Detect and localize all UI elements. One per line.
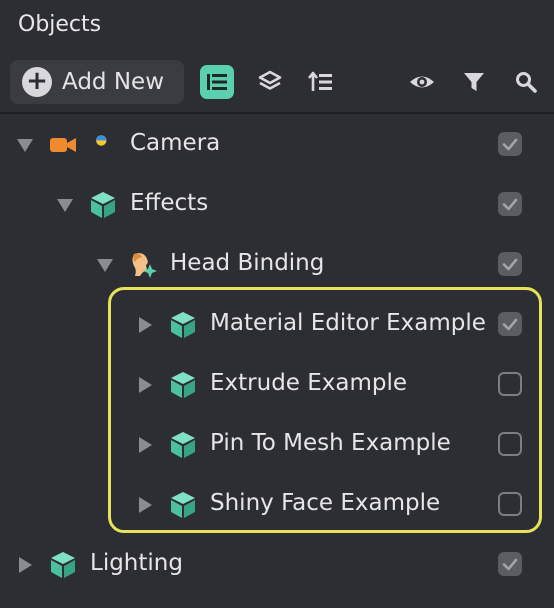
visibility-checkbox[interactable] [498,192,522,216]
tree-row-shiny-face-example[interactable]: Shiny Face Example [0,474,554,534]
collapsed-arrow-icon[interactable] [136,376,154,394]
collapsed-arrow-icon[interactable] [16,556,34,574]
search-icon[interactable] [509,65,543,99]
panel-title: Objects [18,12,102,37]
add-new-label: Add New [62,69,165,95]
tree-row-lighting[interactable]: Lighting [0,534,554,594]
toolbar: + Add New [0,52,554,114]
cube-icon [168,490,198,520]
expand-arrow-icon[interactable] [96,256,114,274]
tree-label: Camera [130,130,221,156]
tree-label: Head Binding [170,250,325,276]
cube-icon [48,550,78,580]
visibility-checkbox[interactable] [498,252,522,276]
visibility-checkbox[interactable] [498,492,522,516]
add-new-button[interactable]: + Add New [10,60,184,104]
collapsed-arrow-icon[interactable] [136,436,154,454]
tree-row-material-editor-example[interactable]: Material Editor Example [0,294,554,354]
tree-row-extrude-example[interactable]: Extrude Example [0,354,554,414]
plus-icon: + [22,67,52,97]
tree-row-effects[interactable]: Effects [0,174,554,234]
tree-row-pin-to-mesh-example[interactable]: Pin To Mesh Example [0,414,554,474]
camera-icon [48,130,78,160]
cube-icon [168,430,198,460]
head-binding-icon [128,250,158,280]
cube-icon [88,190,118,220]
tree-label: Pin To Mesh Example [210,430,451,456]
tree-row-camera[interactable]: Camera [0,114,554,174]
expand-arrow-icon[interactable] [56,196,74,214]
expand-arrow-icon[interactable] [16,136,34,154]
tree-label: Effects [130,190,209,216]
sort-hierarchy-icon[interactable] [304,65,338,99]
tree-label: Material Editor Example [210,310,486,336]
collapsed-arrow-icon[interactable] [136,496,154,514]
visibility-checkbox[interactable] [498,132,522,156]
panel-header: Objects [0,0,554,52]
cube-icon [168,370,198,400]
camera-type-dot-icon [90,130,116,160]
collapsed-arrow-icon[interactable] [136,316,154,334]
visibility-checkbox[interactable] [498,432,522,456]
list-tree-icon[interactable] [200,65,234,99]
layers-icon[interactable] [253,65,287,99]
visibility-checkbox[interactable] [498,552,522,576]
filter-icon[interactable] [457,65,491,99]
tree-row-head-binding[interactable]: Head Binding [0,234,554,294]
visibility-checkbox[interactable] [498,312,522,336]
tree-label: Extrude Example [210,370,408,396]
tree-label: Lighting [90,550,183,576]
eye-icon[interactable] [405,65,439,99]
tree-label: Shiny Face Example [210,490,441,516]
cube-icon [168,310,198,340]
visibility-checkbox[interactable] [498,372,522,396]
